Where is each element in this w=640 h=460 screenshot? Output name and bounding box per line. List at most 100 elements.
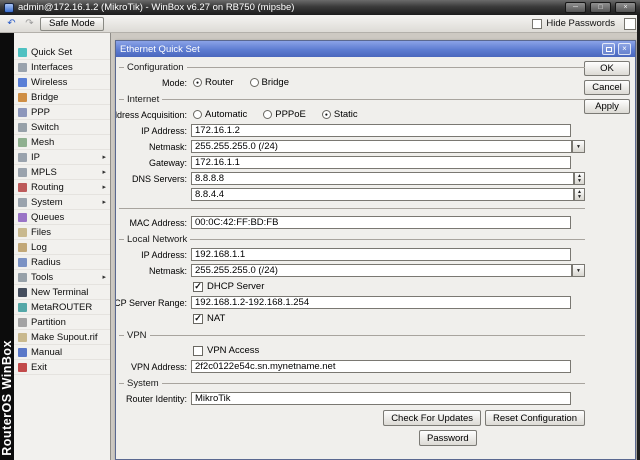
sidebar-item-switch[interactable]: Switch [14,120,110,135]
radio-label: Static [333,109,358,120]
dhcp-server-checkbox[interactable]: ✓ DHCP Server [191,281,264,292]
radio-label: Automatic [205,109,248,120]
window-close-button[interactable]: × [615,2,636,13]
lan-netmask-input[interactable] [191,264,572,277]
router-identity-input[interactable] [191,392,571,405]
router-identity-label: Router Identity: [125,393,187,404]
acquisition-automatic-radio[interactable]: Automatic [193,109,247,120]
dns-spinner-1[interactable]: ▲ ▼ [574,172,585,185]
dns-server-input-1[interactable] [191,172,574,185]
lan-ip-input[interactable] [191,248,571,261]
sidebar-item-radius[interactable]: Radius [14,255,110,270]
sidebar-item-ip[interactable]: IP ▸ [14,150,110,165]
wan-ip-input[interactable] [191,124,571,137]
window-minimize-button[interactable]: ─ [565,2,586,13]
hide-passwords-checkbox-icon[interactable] [532,18,543,29]
window-title: admin@172.16.1.2 (MikroTik) - WinBox v6.… [18,2,295,13]
sidebar-item-tools[interactable]: Tools ▸ [14,270,110,285]
sidebar-item-label: Partition [31,316,66,328]
dialog-close-button[interactable]: × [618,43,631,55]
divider [119,99,124,100]
sidebar-item-interfaces[interactable]: Interfaces [14,60,110,75]
gateway-input[interactable] [191,156,571,169]
radio-icon [263,110,273,119]
dialog-bottom-buttons: Check For Updates Reset Configuration [119,410,585,426]
sidebar-item-label: PPP [31,106,51,118]
dhcp-range-label: DHCP Server Range: [116,297,187,308]
redo-button[interactable]: ↷ [22,17,37,31]
dialog-titlebar[interactable]: Ethernet Quick Set × [116,41,635,57]
sidebar-item-ppp[interactable]: PPP [14,105,110,120]
dhcp-range-row: DHCP Server Range: [116,296,571,309]
sidebar-item-metarouter[interactable]: MetaROUTER [14,300,110,315]
mode-router-radio[interactable]: ● Router [193,77,234,88]
gateway-row: Gateway: [119,156,571,169]
radio-label: PPPoE [275,109,306,120]
acquisition-static-radio[interactable]: ● Static [321,109,358,120]
checkbox-label: DHCP Server [207,281,265,292]
password-button[interactable]: Password [419,430,477,446]
sidebar-item-bridge[interactable]: Bridge [14,90,110,105]
partition-icon [18,317,27,327]
sidebar-item-label: Queues [31,211,65,223]
sidebar-item-label: Exit [31,361,47,373]
undo-button[interactable]: ↶ [4,17,19,31]
sidebar-item-make-supout-rif[interactable]: Make Supout.rif [14,330,110,345]
sidebar-item-partition[interactable]: Partition [14,315,110,330]
lan-netmask-dropdown-button[interactable]: ▼ [572,264,585,277]
sidebar-item-mesh[interactable]: Mesh [14,135,110,150]
section-header-configuration: Configuration [119,62,585,73]
dialog-title: Ethernet Quick Set [120,43,200,55]
sidebar-item-label: Mesh [31,136,55,148]
dialog-maximize-button[interactable] [602,43,615,55]
check-for-updates-button[interactable]: Check For Updates [383,410,482,426]
mesh-icon [18,137,27,147]
dns-server-input-2[interactable] [191,188,574,201]
vpn-address-input[interactable] [191,360,571,373]
sidebar-item-log[interactable]: Log [14,240,110,255]
sidebar-item-label: Routing [31,181,64,193]
sidebar-item-manual[interactable]: Manual [14,345,110,360]
main-area: RouterOS WinBox Quick Set Interfaces Wir… [0,33,640,460]
hide-passwords-label: Hide Passwords [546,18,615,29]
vpn-access-checkbox[interactable]: VPN Access [191,345,259,356]
sidebar-item-exit[interactable]: Exit [14,360,110,375]
ip-icon [18,152,27,162]
acquisition-pppoe-radio[interactable]: PPPoE [263,109,306,120]
undo-icon: ↶ [7,18,16,29]
dhcp-range-input[interactable] [191,296,571,309]
sidebar-item-new-terminal[interactable]: New Terminal [14,285,110,300]
mac-address-input[interactable] [191,216,571,229]
wan-netmask-input[interactable] [191,140,572,153]
sidebar-item-system[interactable]: System ▸ [14,195,110,210]
dns-spinner-2[interactable]: ▲ ▼ [574,188,585,201]
sidebar-item-queues[interactable]: Queues [14,210,110,225]
hide-passwords-toggle[interactable]: Hide Passwords [532,17,636,30]
sidebar-item-wireless[interactable]: Wireless [14,75,110,90]
nat-checkbox[interactable]: ✓ NAT [191,313,225,324]
sidebar-item-routing[interactable]: Routing ▸ [14,180,110,195]
wan-netmask-label: Netmask: [148,141,187,152]
checkbox-icon [193,345,203,356]
window-maximize-button[interactable]: □ [590,2,611,13]
sidebar-item-label: Bridge [31,91,59,103]
divider [149,335,585,336]
radio-icon: ● [193,78,202,87]
router-identity-row: Router Identity: [119,392,571,405]
sidebar-item-quick-set[interactable]: Quick Set [14,45,110,60]
sidebar-item-mpls[interactable]: MPLS ▸ [14,165,110,180]
divider [161,383,585,384]
safe-mode-button[interactable]: Safe Mode [40,16,104,31]
mode-row: Mode: ● Router Bridge [119,76,571,89]
dialog-body: Configuration Mode: ● Router Bridge Inte… [116,57,635,459]
divider [162,99,585,100]
reset-configuration-button[interactable]: Reset Configuration [485,410,585,426]
mode-bridge-radio[interactable]: Bridge [249,77,289,88]
wan-netmask-dropdown-button[interactable]: ▼ [572,140,585,153]
mode-radio-group: ● Router Bridge [191,77,289,88]
manual-icon [18,347,27,357]
queues-icon [18,212,27,222]
interfaces-icon [18,62,27,72]
sidebar-item-files[interactable]: Files [14,225,110,240]
sidebar-item-label: System [31,196,63,208]
